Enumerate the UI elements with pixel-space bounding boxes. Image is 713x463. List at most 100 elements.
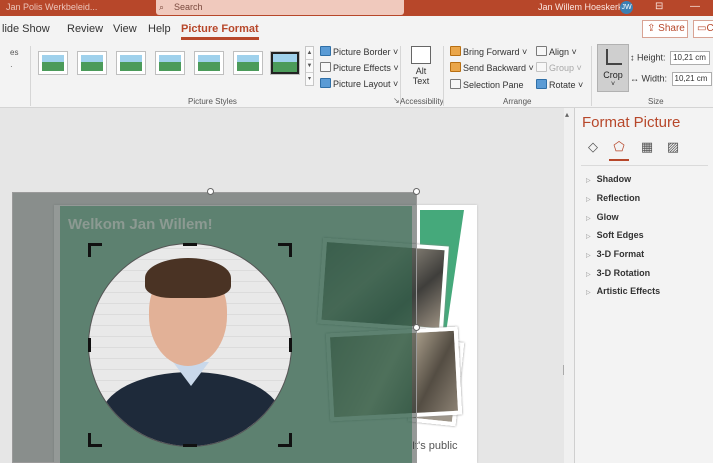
portrait-photo[interactable] <box>88 243 292 447</box>
picture-style-thumb[interactable] <box>116 51 146 75</box>
pentagon-icon[interactable]: ⬠ <box>609 139 629 161</box>
crop-handle-top-right[interactable] <box>278 243 292 257</box>
rotate-button[interactable]: Rotate ˅ <box>536 79 583 90</box>
height-label: Height: <box>637 52 666 63</box>
crop-handle-top-left[interactable] <box>88 243 102 257</box>
expand-icon: ▷ <box>586 272 591 278</box>
crop-handle-left[interactable] <box>88 338 91 352</box>
crop-handle-right[interactable] <box>289 338 292 352</box>
pane-scrollbar[interactable] <box>564 108 574 463</box>
picture-style-thumb[interactable] <box>155 51 185 75</box>
expand-icon: ▷ <box>586 216 591 222</box>
search-icon: ⌕ <box>159 2 165 12</box>
rotate-label: Rotate <box>549 80 576 90</box>
pane-item-label: 3-D Format <box>596 249 645 259</box>
alt-text-button[interactable]: Alt Text <box>406 46 436 86</box>
pane-item-3d-rotation[interactable]: ▷ 3-D Rotation <box>586 268 650 278</box>
group-label-arrange: Arrange <box>503 97 532 106</box>
expand-icon: ▷ <box>586 253 591 259</box>
crop-handle-top[interactable] <box>183 243 197 246</box>
paint-bucket-icon[interactable]: ◇ <box>585 139 601 155</box>
tab-slide-show[interactable]: lide Show <box>2 23 50 35</box>
picture-layout-icon <box>320 78 331 88</box>
resize-handle[interactable] <box>413 188 420 195</box>
thumb-image <box>159 55 181 71</box>
picture-border-label: Picture Border <box>333 47 391 57</box>
picture-border-icon <box>320 46 331 56</box>
crop-handle-bottom[interactable] <box>183 444 197 447</box>
tab-view[interactable]: View <box>113 23 137 35</box>
pane-item-3d-format[interactable]: ▷ 3-D Format <box>586 249 644 259</box>
resize-handle[interactable] <box>207 188 214 195</box>
picture-style-thumb[interactable] <box>233 51 263 75</box>
pane-item-reflection[interactable]: ▷ Reflection <box>586 193 640 203</box>
align-button[interactable]: Align ˅ <box>536 46 577 57</box>
group-label: Group <box>549 63 575 73</box>
styles-left-label: es <box>10 48 19 57</box>
picture-style-thumb[interactable] <box>194 51 224 75</box>
comments-button[interactable]: ▭C <box>693 20 713 38</box>
picture-style-thumb[interactable] <box>77 51 107 75</box>
dialog-launcher-icon[interactable]: ↘ <box>393 96 400 105</box>
selection-pane-label: Selection Pane <box>463 80 524 90</box>
picture-effects-label: Picture Effects <box>333 63 391 73</box>
dropdown-dot-icon[interactable]: · <box>10 62 13 71</box>
bring-forward-icon <box>450 46 461 56</box>
chevron-up-icon[interactable]: ▲ <box>306 47 313 60</box>
size-properties-icon[interactable]: ▦ <box>639 139 655 155</box>
tab-review[interactable]: Review <box>67 23 103 35</box>
send-backward-icon <box>450 62 461 72</box>
user-name[interactable]: Jan Willem Hoeskerk <box>538 2 623 12</box>
pane-item-glow[interactable]: ▷ Glow <box>586 212 619 222</box>
pane-item-soft-edges[interactable]: ▷ Soft Edges <box>586 230 644 240</box>
document-title: Jan Polis Werkbeleid... <box>6 2 98 12</box>
width-icon: ↔ <box>630 73 639 84</box>
pane-item-label: Soft Edges <box>596 230 644 240</box>
gallery-more-icon[interactable]: ▾ <box>306 73 313 86</box>
share-label: Share <box>658 23 685 34</box>
height-input[interactable]: 10,21 cm <box>670 51 711 65</box>
pane-item-shadow[interactable]: ▷ Shadow <box>586 174 631 184</box>
alt-text-label: Alt <box>415 66 427 76</box>
share-button[interactable]: ⇪ Share <box>642 20 688 38</box>
selection-pane-button[interactable]: Selection Pane <box>450 79 524 90</box>
share-icon: ⇪ <box>647 23 656 34</box>
thumb-image <box>237 55 259 71</box>
tab-help[interactable]: Help <box>148 23 171 35</box>
resize-handle[interactable] <box>413 324 420 331</box>
picture-border-button[interactable]: Picture Border ˅ <box>320 46 398 57</box>
divider <box>30 46 31 106</box>
crop-handle-bottom-right[interactable] <box>278 433 292 447</box>
slide-title-welcome[interactable]: Welkom Jan Willem! <box>68 216 213 233</box>
width-input[interactable]: 10,21 cm <box>671 72 712 86</box>
rotate-icon <box>536 79 547 89</box>
bring-forward-button[interactable]: Bring Forward ˅ <box>450 46 527 57</box>
search-box[interactable]: ⌕ Search <box>156 0 404 15</box>
format-picture-pane: Format Picture ◇ ⬠ ▦ ▨ ▷ Shadow ▷ Reflecti… <box>574 108 713 463</box>
maximize-icon[interactable]: — <box>690 1 700 12</box>
thumb-image <box>273 54 297 72</box>
picture-effects-button[interactable]: Picture Effects ˅ <box>320 62 399 73</box>
picture-layout-button[interactable]: Picture Layout ˅ <box>320 78 398 89</box>
crop-handle-bottom-left[interactable] <box>88 433 102 447</box>
chevron-down-icon[interactable]: ▼ <box>306 60 313 73</box>
expand-icon: ▷ <box>586 290 591 296</box>
avatar[interactable]: JW <box>620 1 633 14</box>
minimize-icon[interactable]: ⊟ <box>655 1 663 12</box>
slide-text-public[interactable]: It's public <box>412 440 458 452</box>
align-icon <box>536 46 547 56</box>
picture-style-thumb[interactable] <box>38 51 68 75</box>
tab-picture-format[interactable]: Picture Format <box>181 23 259 40</box>
pane-item-artistic-effects[interactable]: ▷ Artistic Effects <box>586 286 660 296</box>
group-button[interactable]: Group ˅ <box>536 62 582 73</box>
send-backward-label: Send Backward <box>463 63 527 73</box>
gallery-scroll[interactable]: ▲ ▼ ▾ <box>305 46 314 86</box>
group-label-size: Size <box>648 97 664 106</box>
search-placeholder: Search <box>174 2 203 12</box>
width-label: Width: <box>641 73 668 84</box>
send-backward-button[interactable]: Send Backward ˅ <box>450 62 534 73</box>
picture-style-thumb[interactable] <box>270 51 300 75</box>
pane-title: Format Picture <box>582 114 681 131</box>
picture-icon[interactable]: ▨ <box>665 139 681 155</box>
crop-button[interactable]: Crop ˅ <box>597 44 629 92</box>
